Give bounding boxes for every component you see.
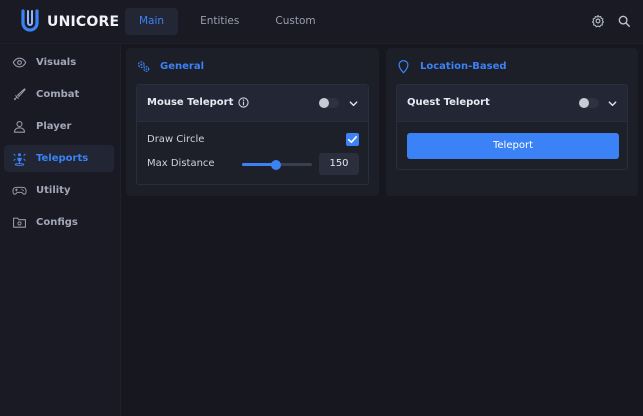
gears-icon xyxy=(137,61,150,72)
mouse-teleport-card: Mouse Teleport Draw Circle Max Distance … xyxy=(136,84,369,185)
max-distance-value[interactable]: 150 xyxy=(319,153,359,175)
tab-main[interactable]: Main xyxy=(125,8,179,35)
sidebar-item-label: Utility xyxy=(36,185,71,196)
quest-teleport-card: Quest Teleport Teleport xyxy=(396,84,628,170)
max-distance-label: Max Distance xyxy=(147,158,215,169)
folder-gear-icon xyxy=(13,217,26,228)
location-based-panel-title: Location-Based xyxy=(420,61,507,72)
user-icon xyxy=(13,120,26,133)
draw-circle-label: Draw Circle xyxy=(147,134,205,145)
tab-custom[interactable]: Custom xyxy=(261,8,329,35)
chevron-down-icon[interactable] xyxy=(348,98,359,109)
gamepad-icon xyxy=(12,186,27,195)
location-based-panel: Location-Based Quest Teleport Teleport xyxy=(386,48,638,196)
general-panel-title: General xyxy=(160,61,204,72)
sidebar-item-label: Player xyxy=(36,121,72,132)
checkmark-icon xyxy=(347,135,358,144)
quest-teleport-toggle[interactable] xyxy=(579,98,599,108)
info-icon[interactable] xyxy=(238,97,250,108)
general-panel-header: General xyxy=(136,59,204,74)
sidebar: Visuals Combat Player Teleports Utility … xyxy=(0,44,121,416)
mouse-teleport-toggle[interactable] xyxy=(319,98,339,108)
tab-entities[interactable]: Entities xyxy=(186,8,253,35)
sidebar-item-visuals[interactable]: Visuals xyxy=(4,49,114,76)
app-window: UNICORE Main Entities Custom Visuals Com… xyxy=(0,0,643,416)
teleport-button[interactable]: Teleport xyxy=(407,133,619,159)
sidebar-item-player[interactable]: Player xyxy=(4,113,114,140)
gear-icon[interactable] xyxy=(591,14,605,28)
brand-name: UNICORE xyxy=(47,14,120,30)
unicore-logo-icon xyxy=(21,9,39,32)
mouse-teleport-header[interactable]: Mouse Teleport xyxy=(137,85,368,122)
quest-teleport-header[interactable]: Quest Teleport xyxy=(397,85,627,122)
sidebar-item-utility[interactable]: Utility xyxy=(4,177,114,204)
sidebar-item-label: Combat xyxy=(36,89,80,100)
sidebar-item-label: Configs xyxy=(36,217,78,228)
eye-icon xyxy=(12,57,27,68)
toggle-knob xyxy=(319,98,329,108)
slider-handle[interactable] xyxy=(270,159,281,170)
main-tabs: Main Entities Custom xyxy=(125,8,338,35)
draw-circle-checkbox[interactable] xyxy=(346,133,359,146)
max-distance-slider[interactable] xyxy=(242,159,312,170)
general-panel: General Mouse Teleport Draw Circle Max D… xyxy=(126,48,379,196)
sidebar-item-label: Visuals xyxy=(36,57,77,68)
mouse-teleport-title: Mouse Teleport xyxy=(147,97,234,108)
quest-teleport-title: Quest Teleport xyxy=(407,97,490,108)
map-pin-icon xyxy=(398,59,409,74)
toggle-knob xyxy=(579,98,589,108)
sidebar-item-configs[interactable]: Configs xyxy=(4,209,114,236)
sidebar-item-label: Teleports xyxy=(36,153,89,164)
sidebar-item-combat[interactable]: Combat xyxy=(4,81,114,108)
top-bar: UNICORE Main Entities Custom xyxy=(0,0,643,44)
location-based-panel-header: Location-Based xyxy=(396,59,507,74)
search-icon[interactable] xyxy=(617,14,631,28)
sidebar-item-teleports[interactable]: Teleports xyxy=(4,145,114,172)
teleport-icon xyxy=(13,153,26,166)
mouse-teleport-title-wrap: Mouse Teleport xyxy=(147,97,250,108)
chevron-down-icon[interactable] xyxy=(607,98,618,109)
sword-icon xyxy=(13,88,26,101)
